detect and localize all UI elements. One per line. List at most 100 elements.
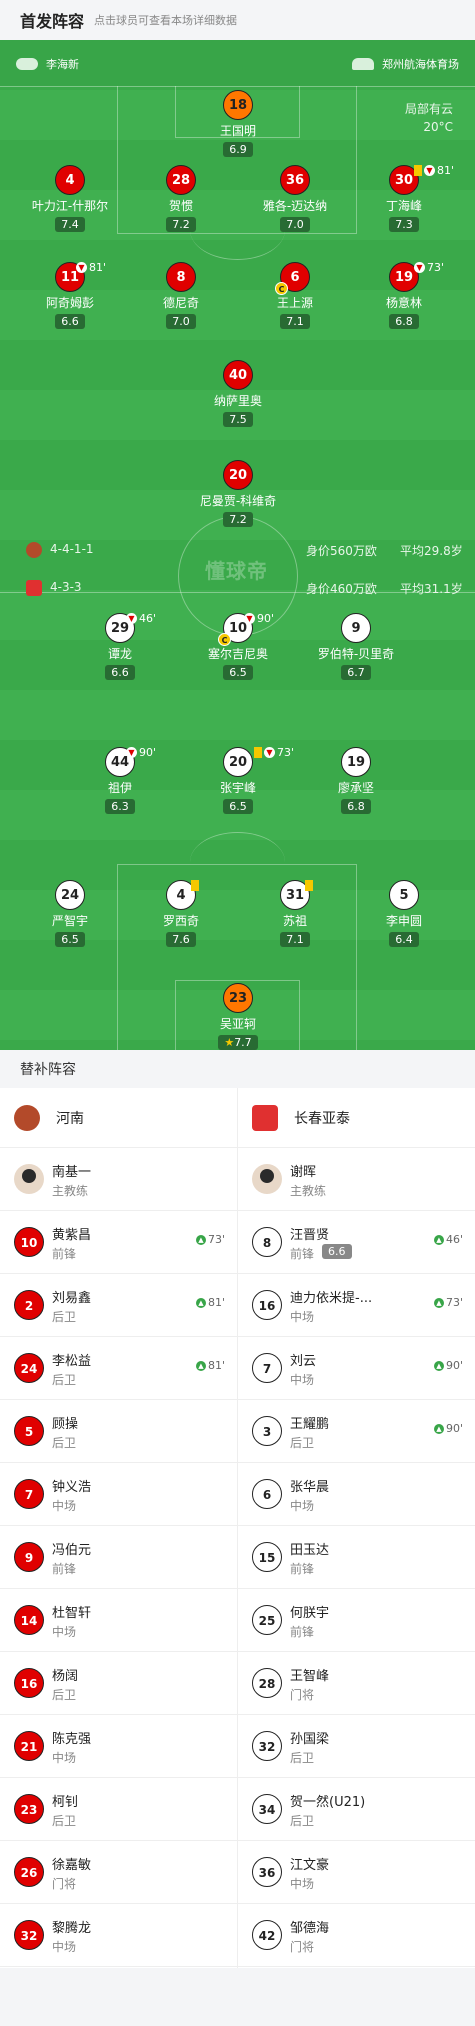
player-name: 杨意林: [385, 296, 422, 310]
player-away-4[interactable]: 44 ▼ 90' 祖伊 6.3: [60, 746, 180, 814]
sub-player-row[interactable]: 7 刘云 中场 ▲ 90': [238, 1337, 475, 1400]
player-away-2[interactable]: 10 C ▼ 90' 塞尔吉尼奥 6.5: [178, 612, 298, 680]
henan-logo-icon: [14, 1104, 40, 1131]
sub-player-row[interactable]: 5 顾操 后卫: [0, 1400, 237, 1463]
home-subs-list: 10 黄紫昌 前锋 ▲ 73' 2 刘易鑫 后卫 ▲ 81' 24 李松益 后卫 ▲ 81' 5 顾操 后卫 7 钟义…: [0, 1211, 237, 1967]
player-rating: 6.5: [223, 799, 253, 814]
sub-player-row[interactable]: 16 杨阔 后卫: [0, 1652, 237, 1715]
coach-row[interactable]: 谢晖 主教练: [238, 1148, 475, 1211]
shirt-number: 4: [55, 165, 85, 195]
player-rating: 6.3: [105, 799, 135, 814]
player-name: 贺一然(U21): [290, 1795, 366, 1810]
player-name: 徐嘉敏: [52, 1858, 92, 1873]
player-name: 尼曼贾-科维奇: [199, 494, 277, 508]
sub-minute: 73': [207, 1233, 225, 1246]
sub-minute: 46': [139, 612, 157, 625]
sub-player-row[interactable]: 9 冯伯元 前锋: [0, 1526, 237, 1589]
sub-player-row[interactable]: 34 贺一然(U21) 后卫: [238, 1778, 475, 1841]
player-position: 后卫: [290, 1814, 315, 1828]
away-team-row: 长春亚泰: [238, 1088, 475, 1148]
sub-player-row[interactable]: 21 陈克强 中场: [0, 1715, 237, 1778]
player-name: 黎腾龙: [52, 1921, 92, 1936]
player-home-11[interactable]: 20 尼曼贾-科维奇 7.2: [178, 460, 298, 527]
player-home-9[interactable]: 19 ▼ 73' 杨意林 6.8: [344, 261, 464, 329]
player-home-5[interactable]: 30 ▼ 81' 丁海峰 7.3: [344, 164, 464, 232]
weather-text: 局部有云: [404, 102, 453, 116]
sub-out-icon: ▼: [244, 613, 255, 624]
referee-name: 李海新: [46, 58, 79, 71]
player-home-6[interactable]: 11 ▼ 81' 阿奇姆彭 6.6: [10, 261, 130, 329]
lineup-header: 首发阵容 点击球员可查看本场详细数据: [0, 0, 475, 40]
shirt-number: 28: [166, 165, 196, 195]
sub-player-row[interactable]: 23 柯钊 后卫: [0, 1778, 237, 1841]
sub-player-row[interactable]: 6 张华晨 中场: [238, 1463, 475, 1526]
player-rating: 6.6: [322, 1244, 352, 1259]
sub-player-row[interactable]: 8 汪晋贤 前锋 6.6 ▲ 46': [238, 1211, 475, 1274]
sub-player-row[interactable]: 32 黎腾龙 中场: [0, 1904, 237, 1967]
yellow-card-icon: [414, 165, 422, 176]
sub-player-row[interactable]: 10 黄紫昌 前锋 ▲ 73': [0, 1211, 237, 1274]
sub-player-row[interactable]: 3 王耀鹏 后卫 ▲ 90': [238, 1400, 475, 1463]
sub-player-row[interactable]: 15 田玉达 前锋: [238, 1526, 475, 1589]
player-away-6[interactable]: 19 廖承坚 6.8: [296, 747, 416, 814]
changchun-logo-icon: [26, 580, 42, 596]
sub-player-row[interactable]: 42 邹德海 门将: [238, 1904, 475, 1967]
player-away-9[interactable]: 31 苏祖 7.1: [235, 880, 355, 947]
player-name: 吴亚轲: [219, 1017, 256, 1031]
player-home-2[interactable]: 4 叶力江-什那尔 7.4: [10, 165, 130, 232]
stadium-icon: [352, 58, 374, 70]
sub-minute: 90': [139, 746, 157, 759]
player-rating: 6.6: [55, 314, 85, 329]
player-home-10[interactable]: 40 纳萨里奥 7.5: [178, 360, 298, 427]
shirt-number: 36: [280, 165, 310, 195]
team-name: 长春亚泰: [294, 1110, 350, 1127]
coach-row[interactable]: 南基一 主教练: [0, 1148, 237, 1211]
player-rating: ★7.7: [218, 1035, 258, 1050]
sub-player-row[interactable]: 24 李松益 后卫 ▲ 81': [0, 1337, 237, 1400]
coach-avatar: [252, 1164, 282, 1194]
player-home-3[interactable]: 28 贺惯 7.2: [121, 165, 241, 232]
player-rating: 7.5: [223, 412, 253, 427]
sub-in-icon: ▲: [433, 1234, 444, 1245]
sub-player-row[interactable]: 36 江文豪 中场: [238, 1841, 475, 1904]
sub-player-row[interactable]: 14 杜智轩 中场: [0, 1589, 237, 1652]
sub-in-icon: ▲: [433, 1297, 444, 1308]
player-away-3[interactable]: 9 罗伯特-贝里奇 6.7: [296, 613, 416, 680]
player-away-5[interactable]: 20 ▼ 73' 张宇峰 6.5: [178, 746, 298, 814]
player-name: 李松益: [52, 1354, 92, 1369]
sub-minute: 81': [207, 1296, 225, 1309]
team-value: 身价560万欧: [306, 544, 377, 558]
player-away-11[interactable]: 23 吴亚轲 ★7.7: [178, 983, 298, 1050]
formation: 4-3-3: [50, 580, 82, 594]
player-rating: 7.2: [166, 217, 196, 232]
sub-in: ▲ 90': [433, 1359, 463, 1372]
player-rating: 6.9: [223, 142, 253, 157]
player-name: 塞尔吉尼奥: [207, 647, 268, 661]
sub-player-row[interactable]: 7 钟义浩 中场: [0, 1463, 237, 1526]
sub-player-row[interactable]: 32 孙国梁 后卫: [238, 1715, 475, 1778]
player-home-4[interactable]: 36 雅各-迈达纳 7.0: [235, 165, 355, 232]
player-home-1[interactable]: 18 王国明 6.9: [178, 90, 298, 157]
sub-player-row[interactable]: 25 何朕宇 前锋: [238, 1589, 475, 1652]
player-away-7[interactable]: 24 严智宇 6.5: [10, 880, 130, 947]
sub-player-row[interactable]: 28 王智峰 门将: [238, 1652, 475, 1715]
player-away-10[interactable]: 5 李申圆 6.4: [344, 880, 464, 947]
player-home-8[interactable]: 6C 王上源 7.1: [235, 262, 355, 329]
player-home-7[interactable]: 8 德尼奇 7.0: [121, 262, 241, 329]
player-away-1[interactable]: 29 ▼ 46' 谭龙 6.6: [60, 612, 180, 680]
sub-player-row[interactable]: 16 迪力依米提-... 中场 ▲ 73': [238, 1274, 475, 1337]
player-name: 田玉达: [290, 1543, 330, 1558]
player-away-8[interactable]: 4 罗西奇 7.6: [121, 880, 241, 947]
sub-out: ▼ 81': [76, 261, 106, 274]
stadium-name: 郑州航海体育场: [382, 58, 459, 71]
player-rating: 6.8: [341, 799, 371, 814]
sub-player-row[interactable]: 2 刘易鑫 后卫 ▲ 81': [0, 1274, 237, 1337]
player-rating: 7.0: [280, 217, 310, 232]
shirt-number: 23: [14, 1794, 44, 1824]
sub-in-icon: ▲: [433, 1423, 444, 1434]
sub-minute: 90': [257, 612, 275, 625]
shirt-number: 5: [389, 880, 419, 910]
sub-player-row[interactable]: 26 徐嘉敏 门将: [0, 1841, 237, 1904]
player-rating: 6.8: [389, 314, 419, 329]
player-name: 李申圆: [385, 914, 422, 928]
